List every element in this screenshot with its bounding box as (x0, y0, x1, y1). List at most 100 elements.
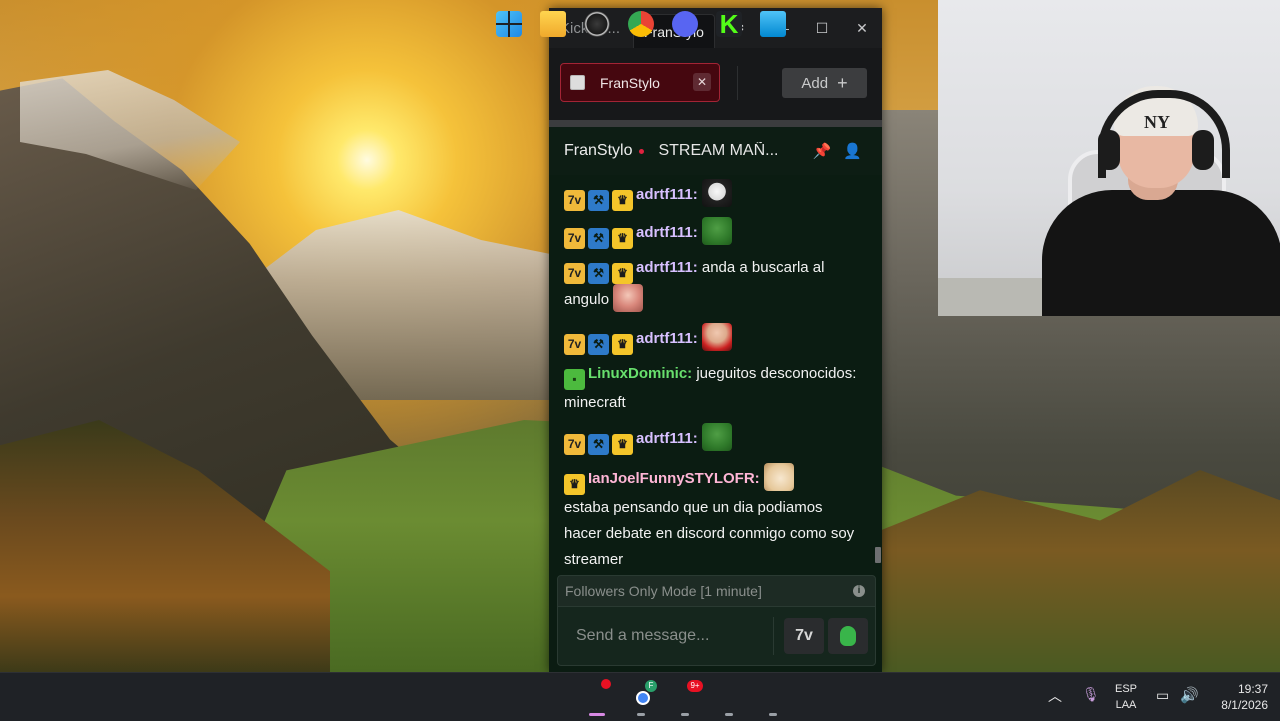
tabs-divider (737, 66, 738, 100)
maximize-button[interactable]: ☐ (802, 20, 842, 37)
notepad-running-indicator (769, 713, 777, 716)
emote-face-icon (701, 179, 732, 207)
close-button[interactable]: ✕ (842, 20, 882, 37)
moderator-badge-icon: ⚒ (588, 263, 609, 284)
chat-username[interactable]: adrtf111: (636, 186, 698, 203)
network-icon[interactable]: ▭ (1156, 687, 1169, 704)
chrome-center-icon (636, 691, 650, 705)
subscriber-badge-icon: 7v (564, 190, 585, 211)
chat-message: 7v ⚒ ♛ adrtf111: anda a buscarla al angulo (564, 255, 864, 313)
volume-icon[interactable]: 🔊 (1180, 686, 1199, 704)
mic-icon[interactable]: 🎙 (1082, 686, 1100, 703)
add-channel-button[interactable]: Add + (782, 68, 867, 98)
message-composer: 7v (557, 606, 876, 666)
chrome-running-indicator (637, 713, 645, 716)
emote-picker-button[interactable] (828, 618, 868, 654)
webcam-feed: NY (938, 0, 1280, 316)
chat-username[interactable]: adrtf111: (636, 330, 698, 347)
clock-date: 8/1/2026 (1221, 698, 1268, 712)
chat-username[interactable]: adrtf111: (636, 259, 698, 276)
header-actions: 📌 👤 (813, 142, 862, 160)
crown-badge-icon: ♛ (612, 190, 633, 211)
subscriber-badge-icon: 7v (564, 334, 585, 355)
pin-icon[interactable]: 📌 (813, 142, 832, 160)
obs-icon[interactable] (584, 11, 610, 37)
seventv-emote-button[interactable]: 7v (784, 618, 824, 654)
channel-tab-label: FranStylo (600, 74, 660, 91)
creeper-badge-icon: ▪ (564, 369, 585, 390)
chat-message: 7v ⚒ ♛ adrtf111: (564, 217, 864, 249)
subscriber-badge-icon: 7v (564, 228, 585, 249)
chat-messages: 7v ⚒ ♛ adrtf111: 7v ⚒ ♛ adrtf111: 7v ⚒ ♛ adrtf111… (549, 175, 874, 575)
channel-tabs-bar: FranStylo ✕ Add + (549, 48, 882, 120)
chat-message: 7v ⚒ ♛ adrtf111: (564, 423, 864, 455)
chat-message: 7v ⚒ ♛ adrtf111: (564, 179, 864, 211)
emote-bread-icon (763, 463, 794, 491)
chevron-up-icon[interactable]: ︿ (1048, 686, 1062, 706)
followers-only-banner: Followers Only Mode [1 minute] i (557, 575, 876, 607)
emote-pepe-icon (701, 423, 732, 451)
subscriber-badge-icon: 7v (564, 263, 585, 284)
plus-icon: + (837, 72, 848, 93)
moderator-badge-icon: ⚒ (588, 190, 609, 211)
chat-username[interactable]: IanJoelFunnySTYLOFR: (588, 470, 760, 487)
keyboard-layout: LAA (1115, 699, 1137, 711)
emote-girl-icon (613, 284, 644, 312)
chat-message: ▪ LinuxDominic: jueguitos desconocidos: m… (564, 361, 864, 416)
discord-icon[interactable] (672, 11, 698, 37)
crown-badge-icon: ♛ (612, 228, 633, 249)
chrome-profile-badge: F (645, 680, 657, 692)
discord-running-indicator (681, 713, 689, 716)
add-button-label: Add (801, 74, 829, 92)
info-icon[interactable]: i (853, 585, 865, 597)
chat-username[interactable]: adrtf111: (636, 430, 698, 447)
kick-icon[interactable]: K (716, 11, 742, 37)
channel-name[interactable]: FranStylo (564, 142, 632, 160)
chat-scrollbar[interactable] (874, 175, 882, 575)
crown-badge-icon: ♛ (564, 474, 585, 495)
scroll-thumb[interactable] (875, 547, 881, 563)
chat-message: 7v ⚒ ♛ adrtf111: (564, 323, 864, 355)
stream-title: STREAM MAÑ... (658, 142, 779, 159)
close-tab-icon[interactable]: ✕ (693, 73, 711, 91)
moderator-badge-icon: ⚒ (588, 228, 609, 249)
crown-badge-icon: ♛ (612, 263, 633, 284)
subscriber-badge-icon: 7v (564, 434, 585, 455)
webcam-person-body (1042, 190, 1280, 316)
chat-header: FranStylo STREAM MAÑ... 📌 👤 (549, 127, 882, 175)
chat-username[interactable]: LinuxDominic: (588, 365, 692, 382)
webcam-headphone-right (1192, 130, 1214, 170)
system-clock[interactable]: 19:37 8/1/2026 (1204, 681, 1268, 713)
moderator-badge-icon: ⚒ (588, 434, 609, 455)
obs-running-indicator (589, 713, 605, 716)
file-explorer-icon[interactable] (540, 11, 566, 37)
obs-recording-dot (601, 679, 611, 689)
emote-pepe-icon (701, 217, 732, 245)
emote-boy-icon (701, 323, 732, 351)
user-icon[interactable]: 👤 (843, 142, 862, 160)
kick-running-indicator (725, 713, 733, 716)
input-language[interactable]: ESP LAA (1112, 681, 1140, 713)
pepe-emote-icon (840, 626, 856, 646)
chat-username[interactable]: adrtf111: (636, 224, 698, 241)
crown-badge-icon: ♛ (612, 434, 633, 455)
crown-badge-icon: ♛ (612, 334, 633, 355)
live-indicator-dot (639, 148, 645, 154)
chat-app-window: KickTal... FranStylo ⚙ — ☐ ✕ FranStylo ✕… (549, 8, 882, 672)
followers-only-text: Followers Only Mode [1 minute] (565, 583, 762, 599)
chrome-icon[interactable] (628, 11, 654, 37)
message-input[interactable] (574, 626, 763, 646)
chat-message: ♛ IanJoelFunnySTYLOFR: estaba pensando qu… (564, 463, 864, 573)
pane-splitter[interactable] (549, 120, 882, 127)
composer-divider (773, 617, 774, 655)
language-code: ESP (1114, 683, 1137, 695)
channel-avatar-icon (570, 75, 585, 90)
discord-notification-badge: 9+ (687, 680, 703, 692)
clock-time: 19:37 (1237, 682, 1268, 696)
channel-tab-franstylo[interactable]: FranStylo ✕ (560, 63, 720, 102)
windows-start-icon[interactable] (496, 11, 522, 37)
moderator-badge-icon: ⚒ (588, 334, 609, 355)
chat-text: estaba pensando que un dia podiamos hace… (564, 499, 855, 568)
webcam-headphone-left (1098, 130, 1120, 170)
notepad-icon[interactable] (760, 11, 786, 37)
